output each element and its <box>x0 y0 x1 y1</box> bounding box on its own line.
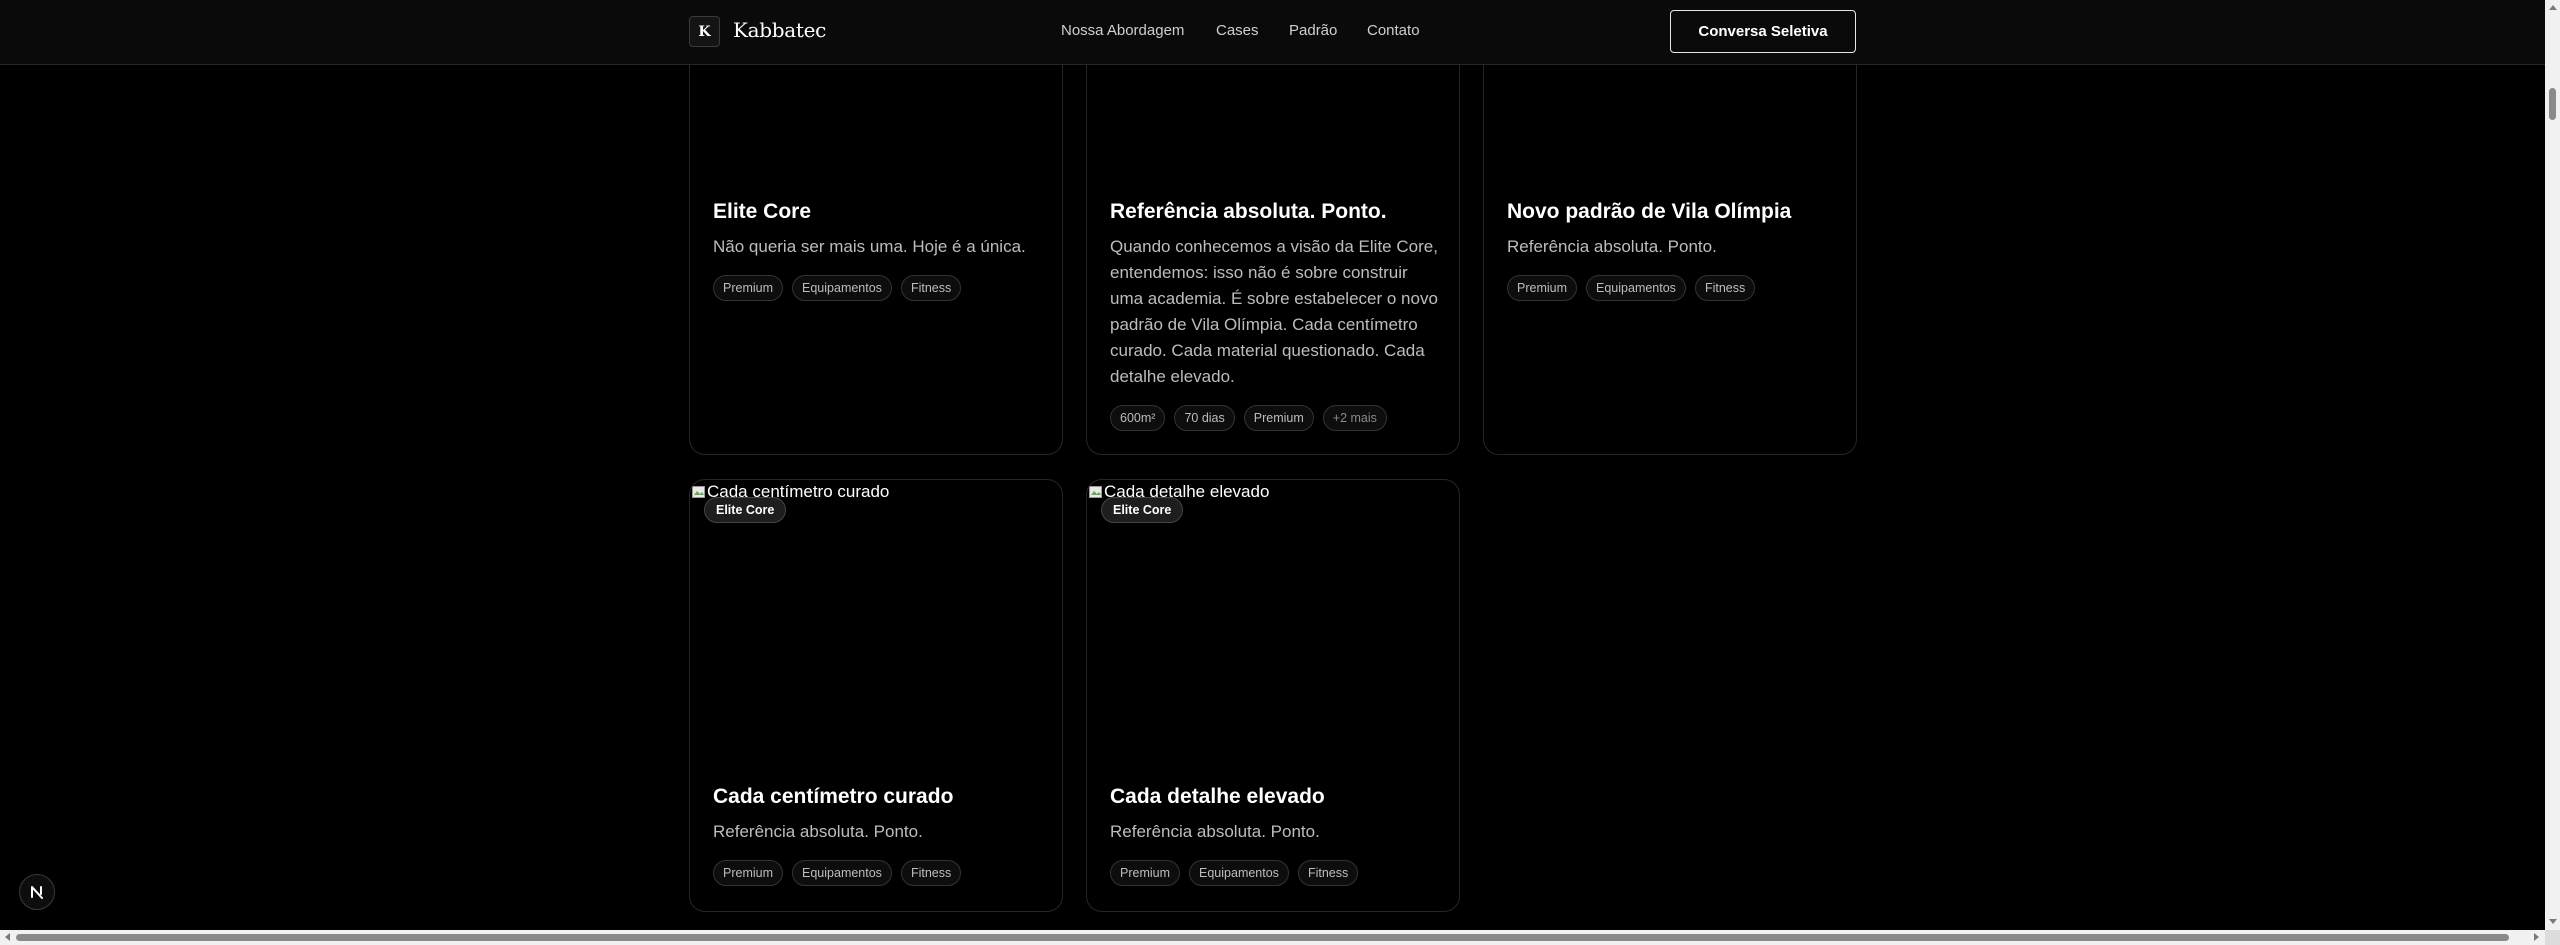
broken-image-icon <box>1089 484 1103 500</box>
card-title: Cada detalhe elevado <box>1110 785 1325 808</box>
more-tags-badge: +2 mais <box>1322 405 1387 431</box>
tag: Premium <box>713 860 784 886</box>
card-description: Referência absoluta. Ponto. <box>1110 822 1320 841</box>
card-description: Referência absoluta. Ponto. <box>713 822 923 841</box>
card-title: Novo padrão de Vila Olímpia <box>1507 200 1792 223</box>
tag: Fitness <box>900 275 962 301</box>
tag: 70 dias <box>1174 405 1235 431</box>
card-tags: Premium Equipamentos Fitness <box>713 275 962 301</box>
tag: Fitness <box>1297 860 1359 886</box>
tag: 600m² <box>1110 405 1166 431</box>
nextjs-logo-icon <box>31 886 43 899</box>
tag: Fitness <box>1694 275 1756 301</box>
conversa-seletiva-button[interactable]: Conversa Seletiva <box>1670 10 1856 53</box>
case-card[interactable]: Referência absoluta. Ponto. Quando conhe… <box>1086 20 1460 455</box>
client-badge: Elite Core <box>1101 497 1184 523</box>
nav-link-nossa-abordagem[interactable]: Nossa Abordagem <box>1061 22 1184 39</box>
site-header: K Kabbatec Nossa Abordagem Cases Padrão … <box>0 0 2545 65</box>
tag: Equipamentos <box>1586 275 1686 301</box>
card-title: Elite Core <box>713 200 812 223</box>
tag: Fitness <box>900 860 962 886</box>
tag: Equipamentos <box>1189 860 1289 886</box>
brand-name[interactable]: Kabbatec <box>733 18 826 42</box>
broken-image-icon <box>692 484 706 500</box>
card-description: Quando conhecemos a visão da Elite Core,… <box>1110 237 1438 386</box>
tag: Premium <box>713 275 784 301</box>
nav-link-contato[interactable]: Contato <box>1367 22 1420 39</box>
case-card[interactable]: Elite Core Não queria ser mais uma. Hoje… <box>689 20 1063 455</box>
card-title: Referência absoluta. Ponto. <box>1110 200 1387 223</box>
scrollbar-corner <box>2545 930 2560 945</box>
tag: Equipamentos <box>792 860 892 886</box>
scroll-right-arrow-icon[interactable] <box>2534 933 2539 941</box>
case-card[interactable]: Novo padrão de Vila Olímpia Referência a… <box>1483 20 1857 455</box>
tag: Premium <box>1110 860 1181 886</box>
tag: Equipamentos <box>792 275 892 301</box>
case-card[interactable]: Cada detalhe elevado Elite Core Cada det… <box>1086 479 1460 912</box>
scroll-down-arrow-icon[interactable] <box>2549 919 2557 924</box>
logo-mark[interactable]: K <box>689 16 720 47</box>
nav-link-padrao[interactable]: Padrão <box>1289 22 1337 39</box>
vertical-scroll-thumb[interactable] <box>2549 88 2556 120</box>
card-tags: Premium Equipamentos Fitness <box>1110 860 1359 886</box>
tag: Premium <box>1243 405 1314 431</box>
client-badge: Elite Core <box>704 497 787 523</box>
scroll-up-arrow-icon[interactable] <box>2549 5 2557 10</box>
horizontal-scrollbar[interactable] <box>0 930 2545 945</box>
case-card[interactable]: Cada centímetro curado Elite Core Cada c… <box>689 479 1063 912</box>
horizontal-scroll-thumb[interactable] <box>16 934 2509 941</box>
tag: Premium <box>1507 275 1578 301</box>
nextjs-dev-indicator[interactable] <box>19 874 55 910</box>
card-title: Cada centímetro curado <box>713 785 954 808</box>
card-tags: Premium Equipamentos Fitness <box>1507 275 1756 301</box>
scroll-left-arrow-icon[interactable] <box>5 933 10 941</box>
card-tags: 600m² 70 dias Premium +2 mais <box>1110 405 1387 431</box>
card-description: Não queria ser mais uma. Hoje é a única. <box>713 237 1026 256</box>
vertical-scrollbar[interactable] <box>2545 0 2560 930</box>
card-description: Referência absoluta. Ponto. <box>1507 237 1717 256</box>
card-tags: Premium Equipamentos Fitness <box>713 860 962 886</box>
nav-link-cases[interactable]: Cases <box>1216 22 1259 39</box>
